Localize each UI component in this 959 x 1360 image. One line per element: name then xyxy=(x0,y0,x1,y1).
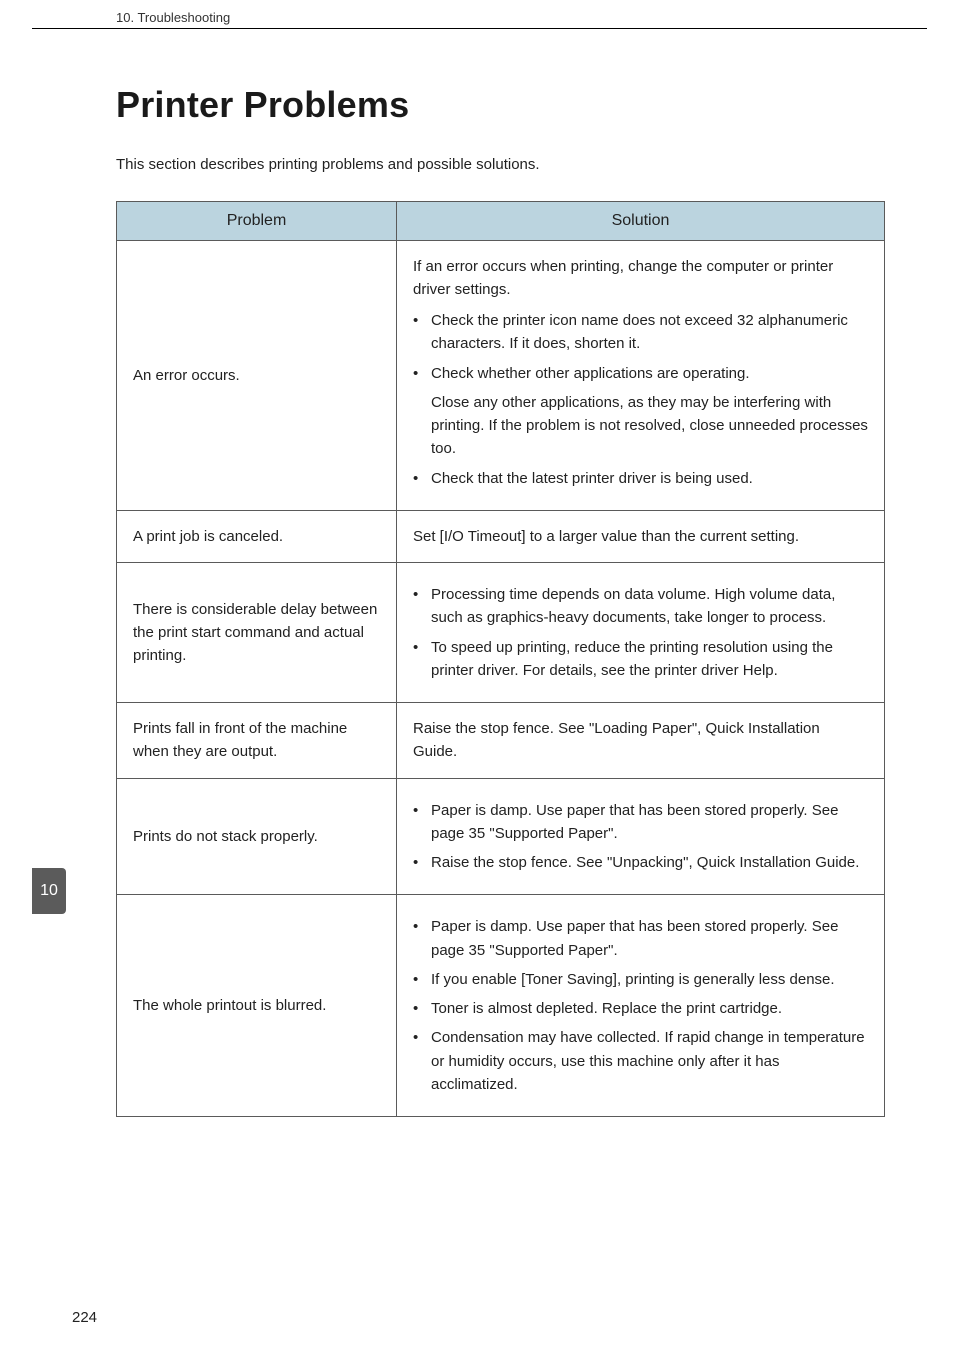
cell-problem: An error occurs. xyxy=(117,240,397,510)
table-row: An error occurs. If an error occurs when… xyxy=(117,240,885,510)
header-rule xyxy=(32,28,927,29)
table-header-row: Problem Solution xyxy=(117,201,885,240)
list-item: Check whether other applications are ope… xyxy=(413,362,868,461)
cell-solution: Paper is damp. Use paper that has been s… xyxy=(397,778,885,895)
col-header-problem: Problem xyxy=(117,201,397,240)
cell-problem: A print job is canceled. xyxy=(117,510,397,562)
page-title: Printer Problems xyxy=(116,84,884,126)
cell-solution: Processing time depends on data volume. … xyxy=(397,563,885,703)
solution-sub: Close any other applications, as they ma… xyxy=(431,391,868,461)
table-row: There is considerable delay between the … xyxy=(117,563,885,703)
page-content: Printer Problems This section describes … xyxy=(116,84,884,1117)
cell-problem: The whole printout is blurred. xyxy=(117,895,397,1117)
cell-solution: If an error occurs when printing, change… xyxy=(397,240,885,510)
list-item: Raise the stop fence. See "Unpacking", Q… xyxy=(413,851,868,874)
solution-list: Paper is damp. Use paper that has been s… xyxy=(413,915,868,1096)
bullet-text: Check whether other applications are ope… xyxy=(431,365,750,382)
solution-list: Processing time depends on data volume. … xyxy=(413,583,868,682)
list-item: Toner is almost depleted. Replace the pr… xyxy=(413,997,868,1020)
list-item: Condensation may have collected. If rapi… xyxy=(413,1026,868,1096)
cell-problem: Prints fall in front of the machine when… xyxy=(117,703,397,779)
list-item: If you enable [Toner Saving], printing i… xyxy=(413,968,868,991)
solution-list: Check the printer icon name does not exc… xyxy=(413,309,868,490)
cell-problem: Prints do not stack properly. xyxy=(117,778,397,895)
table-row: Prints fall in front of the machine when… xyxy=(117,703,885,779)
table-row: A print job is canceled. Set [I/O Timeou… xyxy=(117,510,885,562)
col-header-solution: Solution xyxy=(397,201,885,240)
chapter-tab: 10 xyxy=(32,868,66,914)
table-row: Prints do not stack properly. Paper is d… xyxy=(117,778,885,895)
solution-list: Paper is damp. Use paper that has been s… xyxy=(413,799,868,875)
cell-solution: Raise the stop fence. See "Loading Paper… xyxy=(397,703,885,779)
cell-solution: Set [I/O Timeout] to a larger value than… xyxy=(397,510,885,562)
cell-problem: There is considerable delay between the … xyxy=(117,563,397,703)
list-item: Paper is damp. Use paper that has been s… xyxy=(413,915,868,962)
list-item: To speed up printing, reduce the printin… xyxy=(413,636,868,683)
list-item: Processing time depends on data volume. … xyxy=(413,583,868,630)
list-item: Check the printer icon name does not exc… xyxy=(413,309,868,356)
list-item: Paper is damp. Use paper that has been s… xyxy=(413,799,868,846)
intro-paragraph: This section describes printing problems… xyxy=(116,154,884,177)
troubleshooting-table: Problem Solution An error occurs. If an … xyxy=(116,201,885,1118)
running-header: 10. Troubleshooting xyxy=(116,10,230,25)
table-row: The whole printout is blurred. Paper is … xyxy=(117,895,885,1117)
page-number: 224 xyxy=(72,1309,97,1326)
cell-solution: Paper is damp. Use paper that has been s… xyxy=(397,895,885,1117)
document-page: 10. Troubleshooting Printer Problems Thi… xyxy=(0,0,959,1360)
solution-lead: If an error occurs when printing, change… xyxy=(413,255,868,302)
list-item: Check that the latest printer driver is … xyxy=(413,467,868,490)
